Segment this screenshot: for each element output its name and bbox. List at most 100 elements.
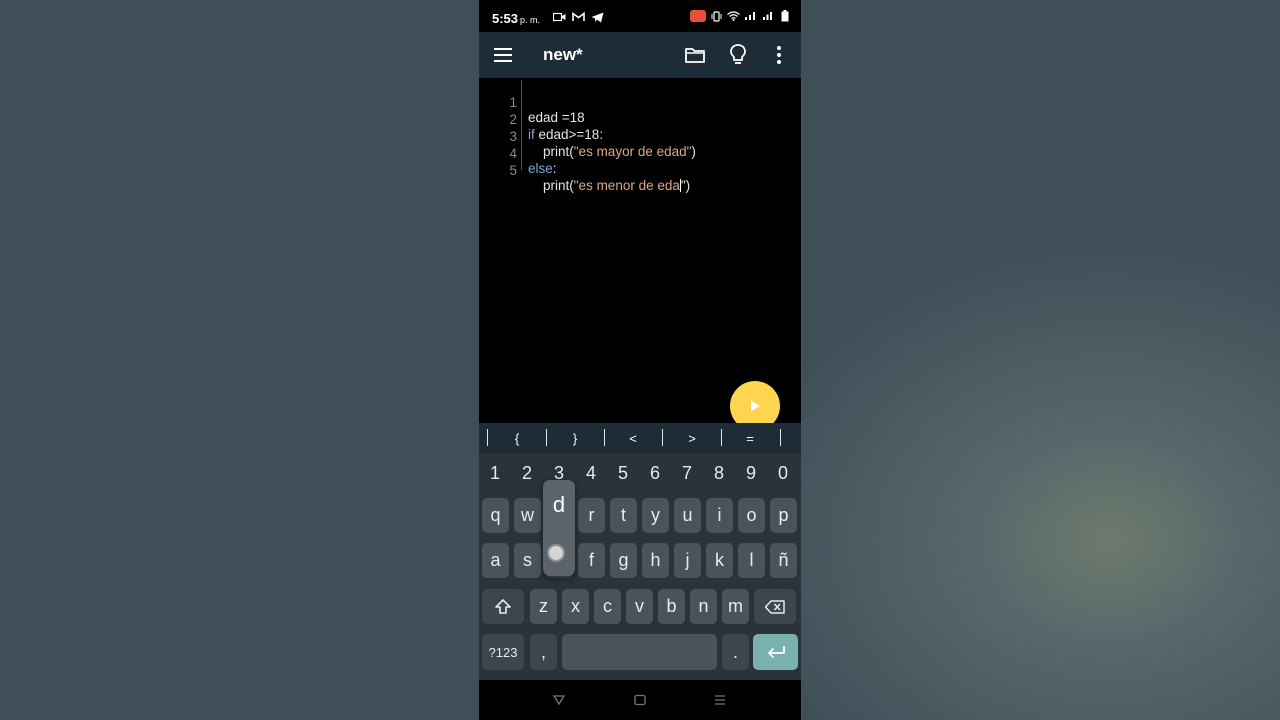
code-token: print( bbox=[528, 144, 574, 159]
keyword-token: else bbox=[528, 161, 553, 176]
key-letter[interactable]: i bbox=[706, 498, 733, 533]
recents-icon[interactable] bbox=[713, 694, 727, 706]
symbol-key[interactable]: = bbox=[721, 431, 779, 446]
soft-keyboard: 1 2 3 4 5 6 7 8 9 0 q w e r t y u i o p … bbox=[479, 453, 801, 680]
key-letter[interactable]: b bbox=[658, 589, 685, 624]
battery-icon bbox=[778, 10, 791, 22]
key-letter[interactable]: l bbox=[738, 543, 765, 578]
key-letter[interactable]: v bbox=[626, 589, 653, 624]
key-number[interactable]: 0 bbox=[767, 463, 799, 484]
gutter-divider bbox=[521, 80, 522, 170]
hint-button[interactable] bbox=[728, 43, 748, 67]
key-letter[interactable]: z bbox=[530, 589, 557, 624]
line-number: 4 bbox=[509, 146, 517, 161]
key-number[interactable]: 1 bbox=[479, 463, 511, 484]
code-line[interactable]: 4 else: bbox=[479, 131, 556, 176]
code-editor[interactable]: 1 edad =18 2 if edad>=18: 3 print("es ma… bbox=[479, 78, 801, 423]
key-letter[interactable]: a bbox=[482, 543, 509, 578]
more-vert-icon bbox=[777, 46, 781, 64]
key-letter[interactable]: h bbox=[642, 543, 669, 578]
key-letter[interactable]: n bbox=[690, 589, 717, 624]
key-number[interactable]: 9 bbox=[735, 463, 767, 484]
space-key[interactable] bbox=[562, 634, 717, 670]
key-letter[interactable]: x bbox=[562, 589, 589, 624]
comma-key[interactable]: , bbox=[530, 634, 557, 670]
key-letter[interactable]: q bbox=[482, 498, 509, 533]
code-line[interactable]: 5 print("es menor de eda") bbox=[479, 148, 690, 193]
string-token: "es menor de eda bbox=[573, 178, 680, 193]
key-letter[interactable]: f bbox=[578, 543, 605, 578]
line-number: 2 bbox=[509, 112, 517, 127]
screen-record-icon bbox=[690, 10, 706, 22]
gmail-icon bbox=[572, 11, 585, 23]
key-number[interactable]: 5 bbox=[607, 463, 639, 484]
status-right-icons bbox=[690, 10, 791, 22]
lightbulb-icon bbox=[730, 44, 746, 64]
line-number: 5 bbox=[509, 163, 517, 178]
app-bar: new* bbox=[479, 32, 801, 78]
string-token: "es mayor de edad" bbox=[573, 144, 692, 159]
signal-icon bbox=[744, 10, 757, 22]
code-line[interactable]: 3 print("es mayor de edad") bbox=[479, 114, 695, 159]
status-left-icons bbox=[553, 11, 604, 23]
enter-key[interactable] bbox=[753, 634, 798, 670]
telegram-icon bbox=[591, 11, 604, 23]
backspace-icon bbox=[764, 599, 785, 614]
key-letter[interactable]: j bbox=[674, 543, 701, 578]
key-letter[interactable]: m bbox=[722, 589, 749, 624]
code-token: ") bbox=[680, 178, 691, 193]
status-time-value: 5:53 bbox=[492, 11, 519, 26]
status-time: 5:53 p. m. bbox=[492, 11, 540, 26]
status-bar: 5:53 p. m. bbox=[479, 0, 801, 32]
line-code: print("es menor de eda") bbox=[528, 178, 690, 193]
line-number: 1 bbox=[509, 95, 517, 110]
line-code: else: bbox=[528, 161, 557, 176]
code-line[interactable]: 1 edad =18 bbox=[479, 80, 584, 125]
key-letter[interactable]: y bbox=[642, 498, 669, 533]
menu-button[interactable] bbox=[493, 45, 513, 65]
symbol-key[interactable]: { bbox=[488, 431, 546, 446]
symbol-key[interactable]: > bbox=[663, 431, 721, 446]
key-number[interactable]: 7 bbox=[671, 463, 703, 484]
code-token: print( bbox=[528, 178, 574, 193]
symbol-separator bbox=[780, 429, 781, 446]
key-letter[interactable]: u bbox=[674, 498, 701, 533]
key-letter[interactable]: p bbox=[770, 498, 797, 533]
home-icon[interactable] bbox=[633, 694, 647, 706]
key-letter[interactable]: ñ bbox=[770, 543, 797, 578]
key-number[interactable]: 6 bbox=[639, 463, 671, 484]
open-file-button[interactable] bbox=[684, 44, 706, 66]
symbol-key[interactable]: < bbox=[604, 431, 662, 446]
key-letter[interactable]: g bbox=[610, 543, 637, 578]
symbols-key[interactable]: ?123 bbox=[482, 634, 524, 670]
code-token: edad>=18: bbox=[534, 127, 604, 142]
symbol-key[interactable]: } bbox=[546, 431, 604, 446]
period-key[interactable]: . bbox=[722, 634, 749, 670]
line-code: edad =18 bbox=[528, 110, 585, 125]
wifi-icon bbox=[727, 10, 740, 22]
back-icon[interactable] bbox=[552, 694, 566, 706]
backspace-key[interactable] bbox=[754, 589, 796, 624]
shift-icon bbox=[495, 598, 511, 614]
folder-icon bbox=[685, 48, 705, 63]
key-letter[interactable]: s bbox=[514, 543, 541, 578]
key-preview-letter: d bbox=[552, 492, 566, 517]
play-icon bbox=[751, 400, 760, 412]
key-letter[interactable]: o bbox=[738, 498, 765, 533]
more-options-button[interactable] bbox=[771, 44, 787, 66]
key-letter[interactable]: t bbox=[610, 498, 637, 533]
key-letter[interactable]: c bbox=[594, 589, 621, 624]
key-letter[interactable]: w bbox=[514, 498, 541, 533]
touch-indicator bbox=[547, 544, 565, 562]
shift-key[interactable] bbox=[482, 589, 524, 624]
key-number[interactable]: 2 bbox=[511, 463, 543, 484]
key-letter[interactable]: k bbox=[706, 543, 733, 578]
video-call-icon bbox=[553, 11, 566, 23]
menu-icon bbox=[494, 48, 512, 62]
key-number[interactable]: 8 bbox=[703, 463, 735, 484]
code-token: edad =18 bbox=[528, 110, 585, 125]
key-letter[interactable]: r bbox=[578, 498, 605, 533]
phone-screen: 5:53 p. m. new* 1 edad =18 2 if edad>=18… bbox=[479, 0, 801, 720]
code-line[interactable]: 2 if edad>=18: bbox=[479, 97, 603, 142]
key-number[interactable]: 4 bbox=[575, 463, 607, 484]
